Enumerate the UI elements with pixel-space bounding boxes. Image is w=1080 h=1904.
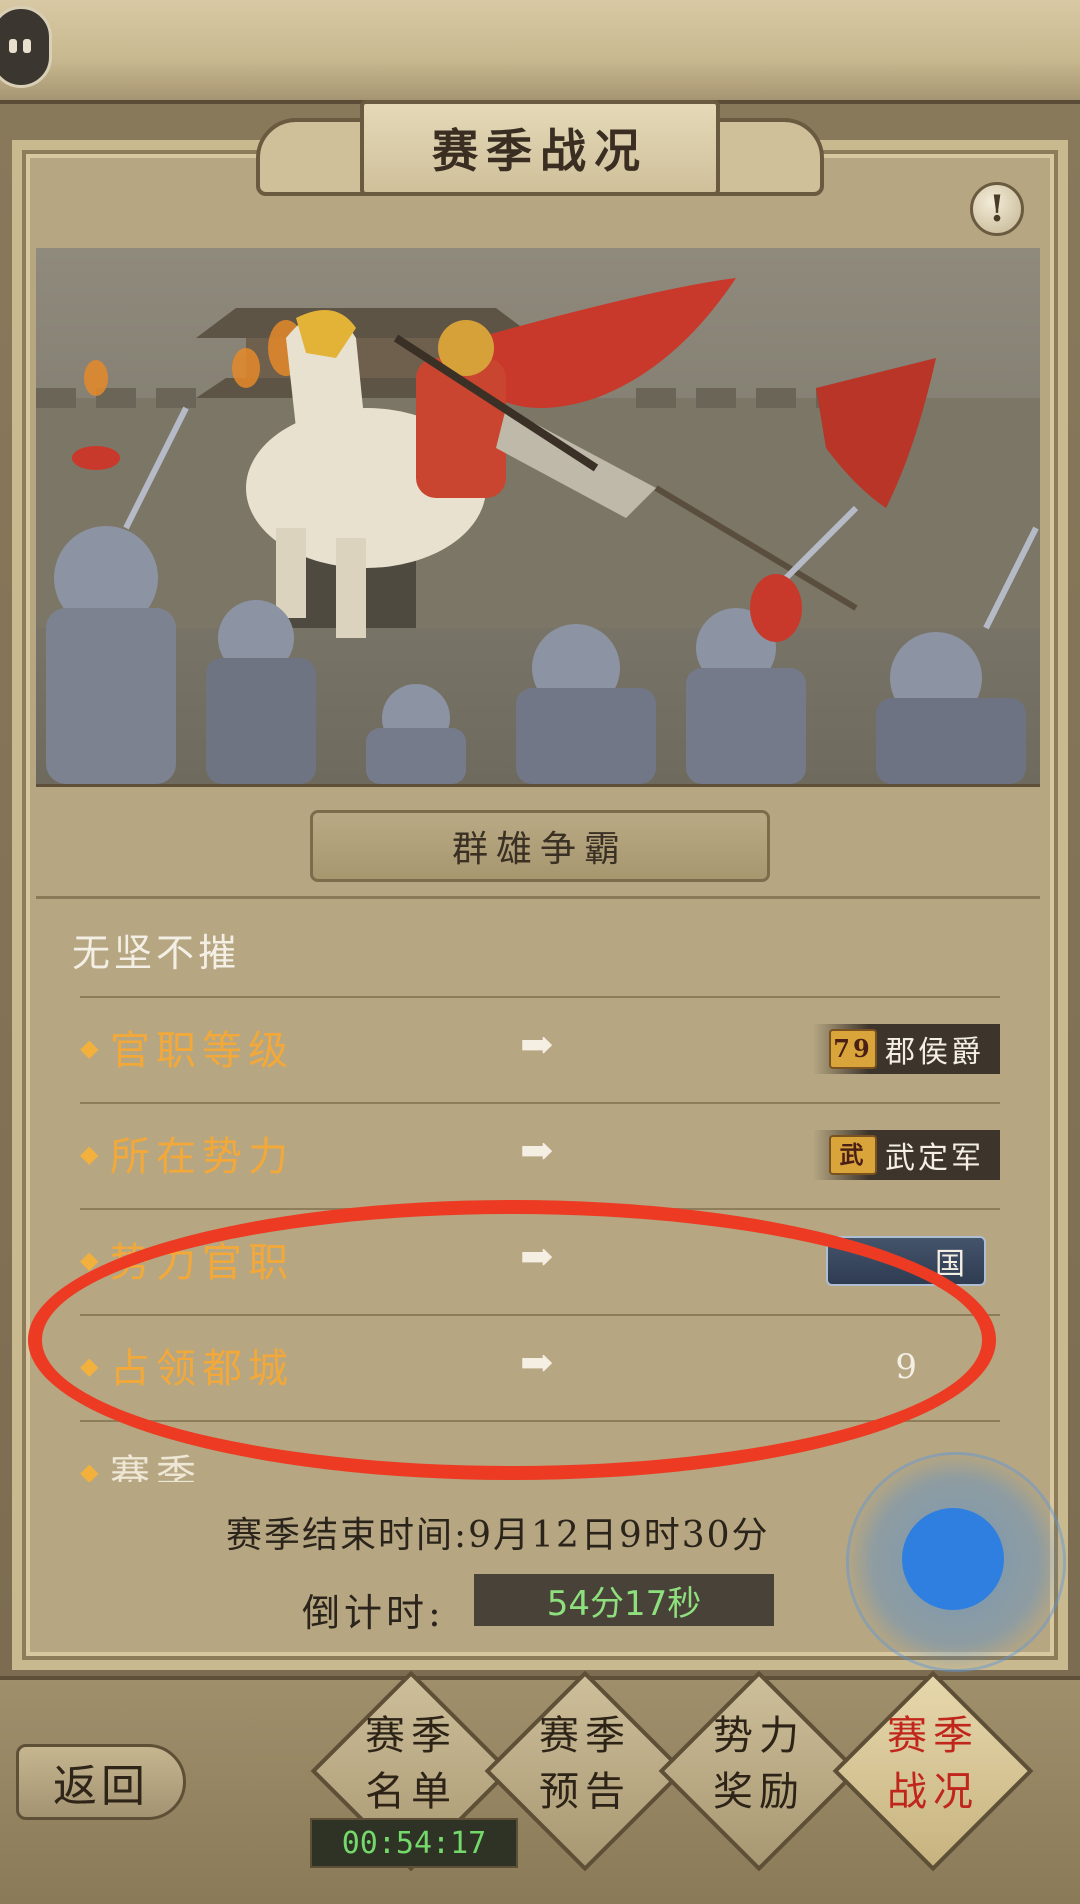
banner-subtitle: 群雄争霸 xyxy=(310,810,770,882)
right-arrow-icon: ➡ xyxy=(520,1128,554,1174)
tab-faction-rewards-label[interactable]: 势力 奖励 xyxy=(679,1708,839,1838)
back-button-label: 返回 xyxy=(53,1761,149,1812)
stat-label: 所在势力 xyxy=(110,1134,294,1180)
tab-label-line2: 战况 xyxy=(887,1769,979,1815)
banner-subtitle-text: 群雄争霸 xyxy=(451,829,628,870)
diamond-bullet-icon: ◆ xyxy=(80,1034,99,1062)
exclamation-icon[interactable]: ! xyxy=(970,182,1024,236)
diamond-bullet-icon: ◆ xyxy=(80,1458,99,1482)
top-bar xyxy=(0,0,1080,104)
rank-badge: 79 xyxy=(829,1029,877,1069)
touch-indicator-dot xyxy=(902,1508,1004,1610)
season-end-time: 赛季结束时间:9月12日9时30分 xyxy=(226,1515,770,1556)
session-timer-text: 00:54:17 xyxy=(341,1825,487,1861)
page-title-text: 赛季战况 xyxy=(432,124,648,178)
stat-label: 官职等级 xyxy=(110,1028,294,1074)
stat-row-faction: ◆ 所在势力 ➡ 武 武定军 xyxy=(80,1102,1000,1210)
divider xyxy=(36,896,1040,899)
right-arrow-icon: ➡ xyxy=(520,1022,554,1068)
tab-label-line1: 势力 xyxy=(713,1713,805,1759)
countdown-label: 倒计时: xyxy=(302,1591,445,1635)
title-ornament-right xyxy=(704,118,824,196)
red-highlight-circle xyxy=(28,1200,996,1480)
tab-label-line1: 赛季 xyxy=(365,1713,457,1759)
tab-label-line1: 赛季 xyxy=(887,1713,979,1759)
tab-season-preview-label[interactable]: 赛季 预告 xyxy=(505,1708,665,1838)
page-title: 赛季战况 xyxy=(360,100,720,196)
tab-label-line2: 预告 xyxy=(539,1769,631,1815)
stat-row-rank: ◆ 官职等级 ➡ 79 郡侯爵 xyxy=(80,996,1000,1104)
stat-value-text: 郡侯爵 xyxy=(885,1035,984,1070)
menu-bubble-icon[interactable] xyxy=(0,6,52,88)
title-ornament-left xyxy=(256,118,376,196)
session-timer: 00:54:17 xyxy=(310,1818,518,1868)
player-name: 无坚不摧 xyxy=(72,931,241,975)
stat-label: 赛季 xyxy=(110,1452,202,1482)
stat-value: 79 郡侯爵 xyxy=(813,1024,1000,1074)
faction-emblem-icon: 武 xyxy=(829,1135,877,1175)
countdown-value: 54分17秒 xyxy=(474,1574,774,1626)
tab-label-line2: 名单 xyxy=(365,1769,457,1815)
stat-value-text: 武定军 xyxy=(885,1141,984,1176)
tab-season-status-label[interactable]: 赛季 战况 xyxy=(853,1708,1013,1838)
tab-label-line2: 奖励 xyxy=(713,1769,805,1815)
battle-illustration xyxy=(36,248,1040,787)
back-button[interactable]: 返回 xyxy=(16,1744,186,1820)
diamond-bullet-icon: ◆ xyxy=(80,1140,99,1168)
stat-value: 武 武定军 xyxy=(813,1130,1000,1180)
tab-label-line1: 赛季 xyxy=(539,1713,631,1759)
countdown-value-text: 54分17秒 xyxy=(546,1583,702,1624)
